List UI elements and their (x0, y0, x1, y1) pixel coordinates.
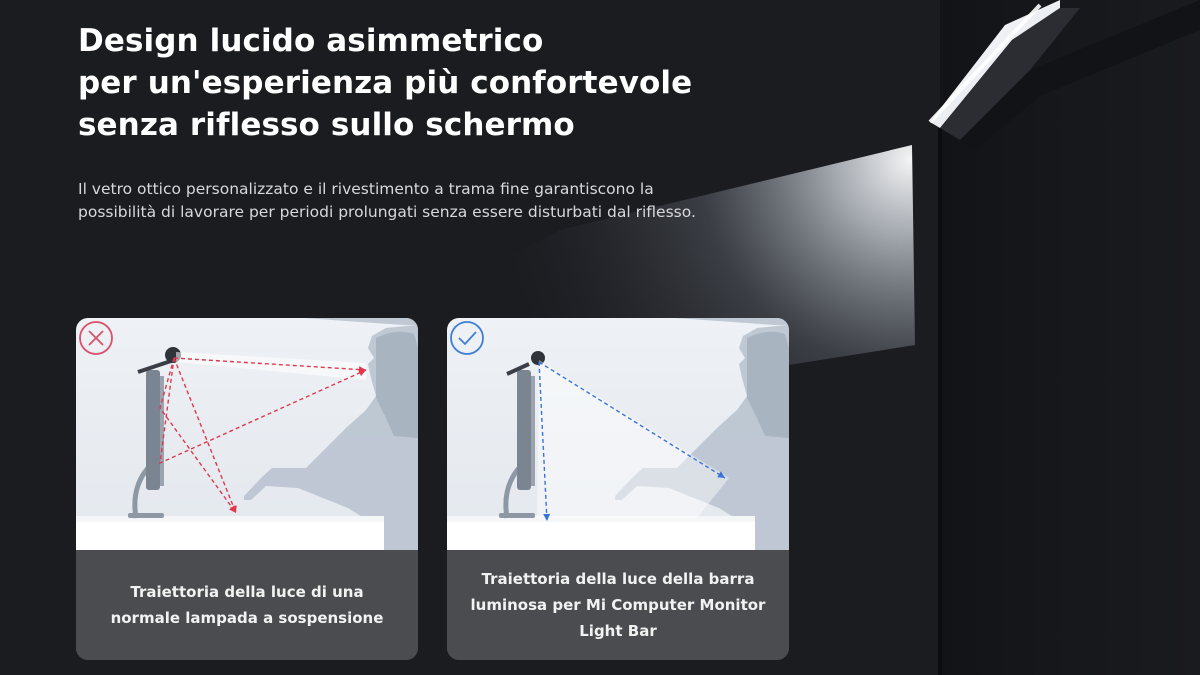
desk (447, 521, 755, 550)
headline-line-1: Design lucido asimmetrico (78, 23, 544, 59)
caption-line-2: normale lampada a sospensione (110, 609, 384, 627)
comparison-card-standard-lamp: Traiettoria della luce di una normale la… (76, 318, 418, 660)
illustration-light-bar (447, 318, 789, 550)
monitor (517, 370, 531, 490)
caption-line-3: Light Bar (579, 622, 657, 640)
caption-line-2: luminosa per Mi Computer Monitor (470, 596, 766, 614)
comparison-card-light-bar: Traiettoria della luce della barra lumin… (447, 318, 789, 660)
caption-standard-lamp: Traiettoria della luce di una normale la… (76, 550, 418, 660)
description-line-1: Il vetro ottico personalizzato e il rive… (78, 180, 654, 198)
description: Il vetro ottico personalizzato e il rive… (78, 178, 718, 224)
cross-circle-icon (79, 321, 113, 355)
desk (76, 521, 384, 550)
light-ray (173, 357, 237, 514)
check-circle-icon (450, 321, 484, 355)
headline-line-2: per un'esperienza più confortevole (78, 65, 693, 101)
monitor (146, 370, 160, 490)
caption-line-1: Traiettoria della luce di una (130, 583, 364, 601)
caption-light-bar: Traiettoria della luce della barra lumin… (447, 550, 789, 660)
illustration-standard-lamp (76, 318, 418, 550)
description-line-2: possibilità di lavorare per periodi prol… (78, 203, 696, 221)
caption-line-1: Traiettoria della luce della barra (481, 570, 755, 588)
headline: Design lucido asimmetrico per un'esperie… (78, 20, 718, 146)
headline-line-3: senza riflesso sullo schermo (78, 107, 575, 143)
